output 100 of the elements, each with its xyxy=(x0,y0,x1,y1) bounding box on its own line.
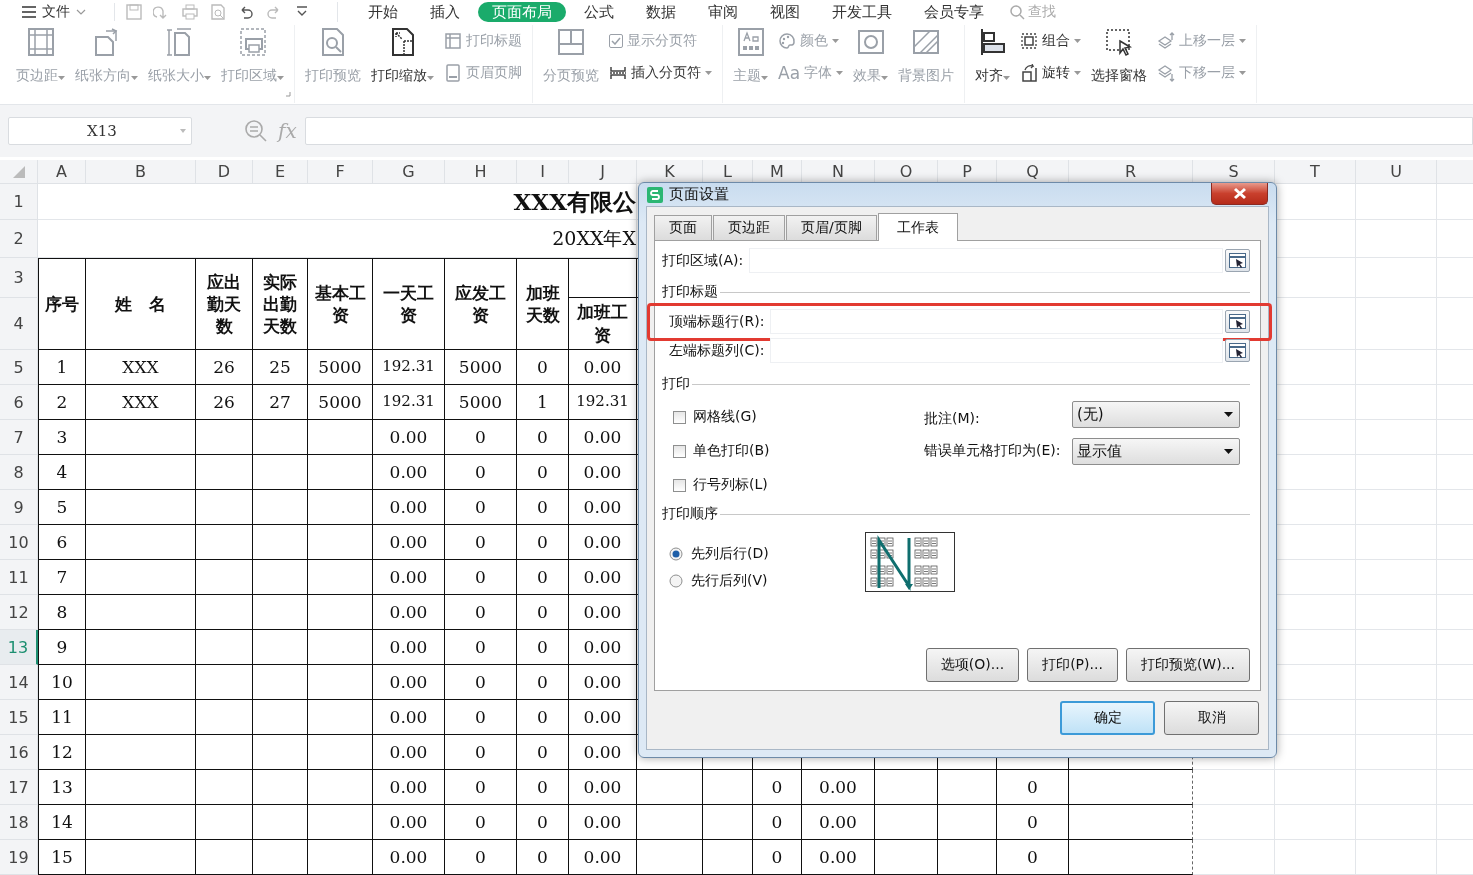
ribbon-tab[interactable]: 插入 xyxy=(416,2,474,22)
empty-cell xyxy=(875,805,938,840)
ribbon-tab[interactable]: 开发工具 xyxy=(818,2,906,22)
print-icon[interactable] xyxy=(181,3,199,21)
dialog-button[interactable]: 打印(P)... xyxy=(1027,648,1118,682)
ribbon-tab[interactable]: 视图 xyxy=(756,2,814,22)
dropdown[interactable]: 显示值 xyxy=(1072,437,1240,465)
ribbon-tab[interactable]: 开始 xyxy=(354,2,412,22)
menu-icon xyxy=(22,6,36,18)
theme-icon xyxy=(735,27,766,57)
checkbox[interactable]: 网格线(G) xyxy=(662,408,924,426)
ribbon-tab[interactable]: 审阅 xyxy=(694,2,752,22)
row-header[interactable]: 8 xyxy=(0,455,38,490)
radio-button[interactable]: 先行后列(V) xyxy=(669,572,769,590)
checkbox[interactable]: 单色打印(B) xyxy=(662,442,924,460)
ribbon-button[interactable]: 选择窗格 xyxy=(1089,25,1150,103)
checkbox[interactable]: 行号列标(L) xyxy=(662,476,924,494)
dialog-button[interactable]: 打印预览(W)... xyxy=(1125,648,1250,682)
empty-cell xyxy=(253,595,308,630)
column-header[interactable]: R xyxy=(1069,160,1193,184)
section-heading: 打印标题 xyxy=(662,283,718,301)
dialog-launcher-icon[interactable] xyxy=(286,92,291,97)
column-header[interactable]: F xyxy=(308,160,373,184)
formula-field[interactable] xyxy=(304,117,1473,145)
empty-cell xyxy=(253,630,308,665)
row-header[interactable]: 6 xyxy=(0,385,38,420)
save-icon[interactable] xyxy=(125,3,143,21)
column-header[interactable]: D xyxy=(196,160,253,184)
empty-cell xyxy=(253,420,308,455)
dialog-tab[interactable]: 页面 xyxy=(654,215,712,240)
column-header[interactable]: K xyxy=(637,160,703,184)
column-header[interactable]: O xyxy=(875,160,938,184)
row-header[interactable]: 15 xyxy=(0,700,38,735)
close-button[interactable] xyxy=(1211,183,1268,205)
column-header[interactable]: Q xyxy=(997,160,1069,184)
ribbon-button[interactable]: 组合 xyxy=(1018,30,1084,52)
row-header[interactable]: 4 xyxy=(0,298,38,350)
zoom-icon[interactable] xyxy=(244,119,268,143)
table-cell: 7 xyxy=(38,560,86,595)
row-header[interactable]: 5 xyxy=(0,350,38,385)
ok-button[interactable]: 确定 xyxy=(1060,701,1155,735)
row-header[interactable]: 2 xyxy=(0,220,38,258)
row-header[interactable]: 16 xyxy=(0,735,38,770)
column-header[interactable]: M xyxy=(753,160,802,184)
table-cell: 0 xyxy=(517,665,569,700)
row-header[interactable]: 14 xyxy=(0,665,38,700)
column-header[interactable]: H xyxy=(445,160,517,184)
table-cell: 0.00 xyxy=(569,455,637,490)
dialog-tab[interactable]: 工作表 xyxy=(877,213,958,241)
name-box[interactable]: X13 xyxy=(8,117,192,145)
column-header[interactable]: I xyxy=(517,160,569,184)
column-header[interactable]: L xyxy=(703,160,753,184)
column-header[interactable]: N xyxy=(802,160,875,184)
column-header[interactable]: S xyxy=(1193,160,1275,184)
table-cell: 192.31 xyxy=(569,385,637,420)
row-header[interactable]: 17 xyxy=(0,770,38,805)
ribbon-button[interactable]: 旋转 xyxy=(1018,62,1084,84)
column-header[interactable]: G xyxy=(373,160,445,184)
dialog-tab[interactable]: 页眉/页脚 xyxy=(786,215,877,240)
column-header[interactable]: U xyxy=(1356,160,1437,184)
print-preview-icon[interactable] xyxy=(209,3,227,21)
empty-cell xyxy=(308,560,373,595)
row-header[interactable]: 11 xyxy=(0,560,38,595)
table-cell: 0 xyxy=(445,735,517,770)
row-header[interactable]: 1 xyxy=(0,184,38,220)
dialog-button[interactable]: 选项(O)... xyxy=(925,648,1020,682)
row-header[interactable]: 12 xyxy=(0,595,38,630)
empty-cell xyxy=(308,805,373,840)
row-header[interactable]: 18 xyxy=(0,805,38,840)
column-header[interactable]: P xyxy=(938,160,997,184)
empty-cell xyxy=(938,840,997,875)
ribbon-tab[interactable]: 数据 xyxy=(632,2,690,22)
table-cell: 0.00 xyxy=(569,805,637,840)
range-picker-button[interactable] xyxy=(1225,310,1250,333)
input-field[interactable] xyxy=(770,338,1223,363)
dialog-tab[interactable]: 页边距 xyxy=(713,215,785,240)
range-picker-button[interactable] xyxy=(1225,339,1250,362)
column-header[interactable]: T xyxy=(1275,160,1356,184)
row-header[interactable]: 9 xyxy=(0,490,38,525)
range-picker-button[interactable] xyxy=(1225,249,1250,272)
select-all-icon[interactable] xyxy=(12,165,25,178)
ribbon-button[interactable]: 打印缩放 xyxy=(369,25,436,103)
column-header[interactable]: J xyxy=(569,160,637,184)
ribbon-button[interactable]: 对齐 xyxy=(973,25,1013,103)
column-header[interactable]: A xyxy=(38,160,86,184)
cancel-button[interactable]: 取消 xyxy=(1164,701,1259,735)
radio-button[interactable]: 先列后行(D) xyxy=(669,545,769,563)
row-header[interactable]: 13 xyxy=(0,630,38,665)
row-header[interactable]: 19 xyxy=(0,840,38,875)
column-header[interactable]: E xyxy=(253,160,308,184)
column-header[interactable]: B xyxy=(86,160,196,184)
row-header[interactable]: 10 xyxy=(0,525,38,560)
ribbon-tab[interactable]: 公式 xyxy=(570,2,628,22)
row-header[interactable]: 3 xyxy=(0,258,38,298)
ribbon-tab[interactable]: 会员专享 xyxy=(910,2,998,22)
section-heading: 打印顺序 xyxy=(662,505,718,523)
ribbon-button[interactable]: 插入分页符 xyxy=(607,62,714,84)
row-header[interactable]: 7 xyxy=(0,420,38,455)
file-menu[interactable]: 文件 xyxy=(18,3,90,21)
dropdown[interactable]: (无) xyxy=(1072,401,1240,428)
